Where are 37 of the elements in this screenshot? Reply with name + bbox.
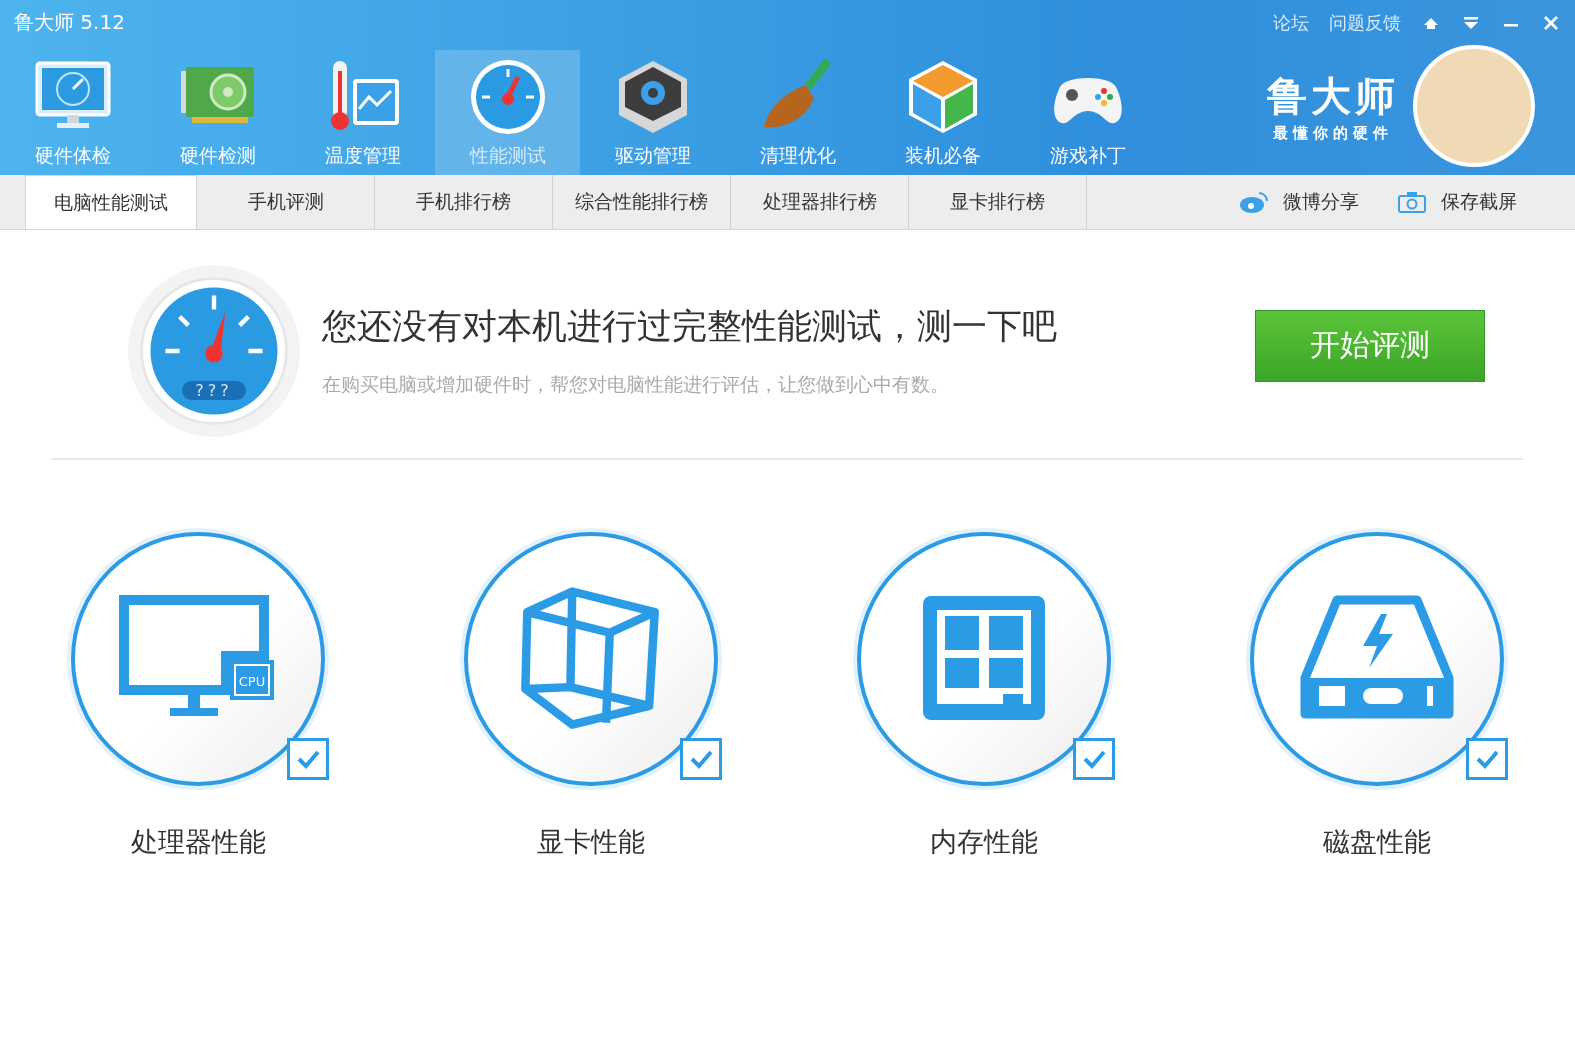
checkbox[interactable] <box>1073 738 1115 780</box>
start-test-button[interactable]: 开始评测 <box>1255 309 1485 382</box>
checkbox[interactable] <box>1466 738 1508 780</box>
nav-item[interactable]: 硬件体检 <box>0 50 145 175</box>
test-label: 处理器性能 <box>130 825 266 859</box>
tab[interactable]: 电脑性能测试 <box>25 175 197 229</box>
nav-item[interactable]: 清理优化 <box>725 50 870 175</box>
weibo-icon <box>1239 190 1269 214</box>
camera-icon <box>1397 190 1427 214</box>
tab-action-link[interactable]: 保存截屏 <box>1441 189 1517 215</box>
subtitle: 在购买电脑或增加硬件时，帮您对电脑性能进行评估，让您做到心中有数。 <box>322 372 950 397</box>
nav-item[interactable]: 硬件检测 <box>145 50 290 175</box>
tab-action-link[interactable]: 微博分享 <box>1283 189 1359 215</box>
header-link[interactable]: 论坛 <box>1273 10 1309 35</box>
brand-slogan: 最懂你的硬件 <box>1273 124 1393 143</box>
brand-name: 鲁大师 <box>1267 72 1399 121</box>
checkbox[interactable] <box>287 738 329 780</box>
nav-item[interactable]: 驱动管理 <box>580 50 725 175</box>
window-title: 鲁大师 5.12 <box>14 9 125 36</box>
test-label: 显卡性能 <box>537 825 645 859</box>
tab[interactable]: 手机排行榜 <box>375 175 553 229</box>
chip-label: CPU <box>238 674 266 689</box>
test-label: 内存性能 <box>930 825 1038 859</box>
test-label: 磁盘性能 <box>1323 825 1431 859</box>
monitor-icon <box>119 595 269 716</box>
nav-item[interactable]: 温度管理 <box>290 50 435 175</box>
tab[interactable]: 处理器排行榜 <box>731 175 909 229</box>
tab[interactable]: 综合性能排行榜 <box>553 175 731 229</box>
headline: 您还没有对本机进行过完整性能测试，测一下吧 <box>322 305 1058 348</box>
tab[interactable]: 显卡排行榜 <box>909 175 1087 229</box>
speedometer-icon <box>139 275 289 426</box>
nav-item[interactable]: 性能测试 <box>435 50 580 175</box>
nav-item[interactable]: 游戏补丁 <box>1015 50 1160 175</box>
header-link[interactable]: 问题反馈 <box>1329 10 1401 35</box>
checkbox[interactable] <box>680 738 722 780</box>
nav-item[interactable]: 装机必备 <box>870 50 1015 175</box>
tab[interactable]: 手机评测 <box>197 175 375 229</box>
